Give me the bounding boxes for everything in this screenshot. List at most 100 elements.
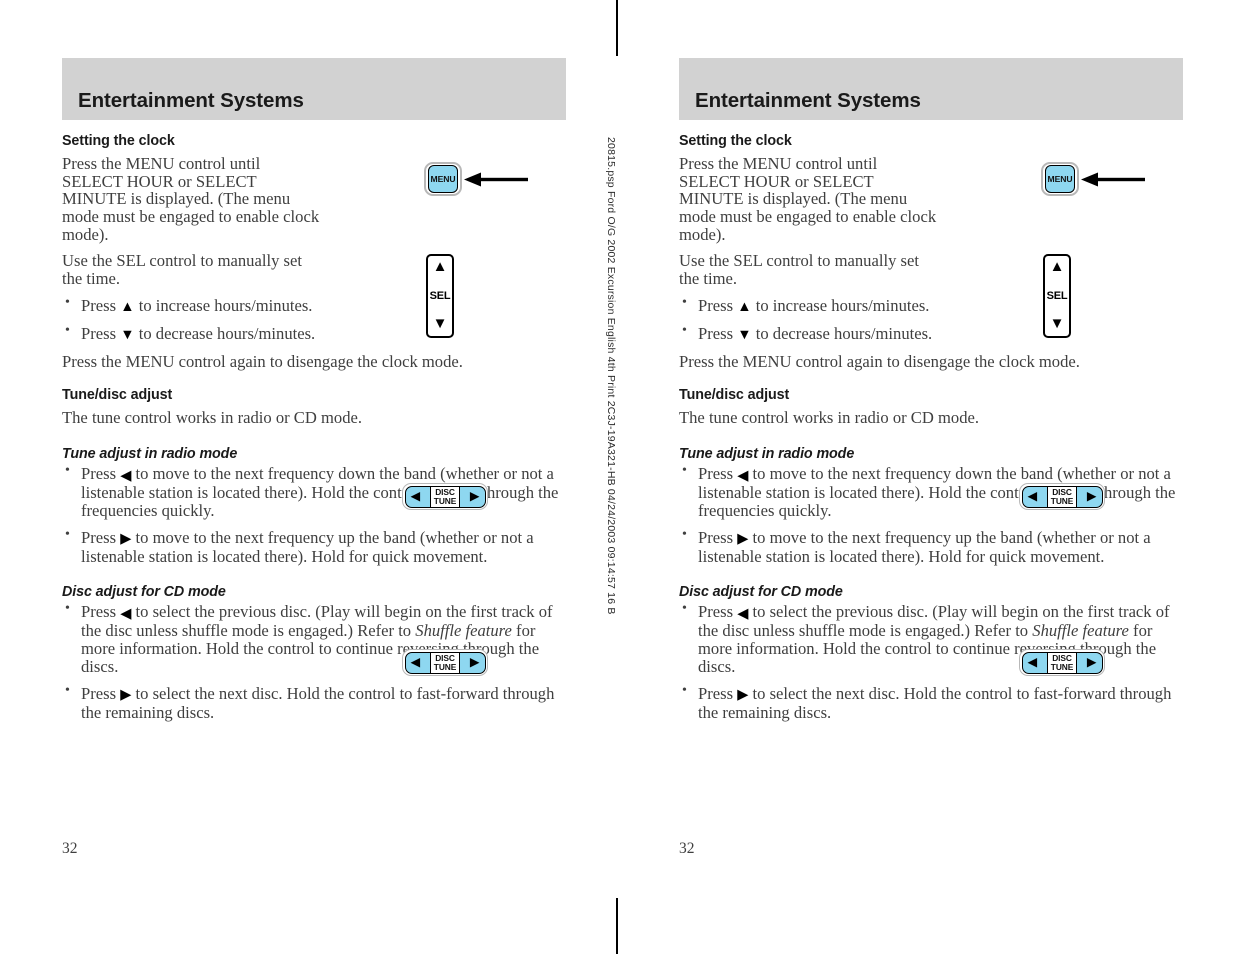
heading-tune-adjust-radio-mode: Tune adjust in radio mode [679, 446, 855, 463]
callout-arrow-icon [1081, 172, 1145, 187]
right-triangle-icon: ▶ [120, 687, 132, 704]
down-triangle-icon: ▼ [120, 327, 135, 344]
bullet-text-b: to increase hours/minutes. [755, 295, 930, 315]
right-triangle-icon: ▶ [120, 531, 132, 548]
left-triangle-icon: ◀ [120, 605, 132, 622]
sel-control-label: SEL [429, 290, 451, 302]
list-item: Press ▲ to increase hours/minutes. [679, 295, 948, 316]
sel-control-label: SEL [1046, 290, 1068, 302]
bullet-text-a: Press [698, 683, 734, 703]
list-item: Press ▼ to decrease hours/minutes. [679, 323, 948, 344]
menu-button-label: MENU [1047, 174, 1073, 184]
tune-disc-paragraph: The tune control works in radio or CD mo… [62, 408, 363, 428]
bullet-text-b: to select the next disc. Hold the contro… [81, 683, 555, 722]
list-item: Press ▶ to move to the next frequency up… [62, 527, 566, 566]
heading-disc-adjust-cd-mode: Disc adjust for CD mode [62, 584, 226, 601]
menu-button-illustration: MENU [424, 162, 462, 196]
menu-button-face: MENU [428, 165, 458, 193]
clock-paragraph-2: Use the SEL control to manually set the … [679, 251, 919, 289]
sel-control-illustration: ▲ SEL ▼ [1043, 254, 1071, 338]
bullet-text-a: Press [81, 683, 117, 703]
page-content: Setting the clock Press the MENU control… [679, 133, 1183, 730]
list-item: Press ▼ to decrease hours/minutes. [62, 323, 331, 344]
page-header-bar: Entertainment Systems [62, 58, 566, 120]
manual-page-right: Entertainment Systems Setting the clock … [617, 0, 1183, 954]
left-triangle-icon: ◀ [1027, 489, 1038, 504]
list-item: Press ◀ to select the previous disc. (Pl… [62, 602, 566, 675]
clock-paragraph-1: Press the MENU control until SELECT HOUR… [62, 154, 320, 244]
right-triangle-icon: ▶ [737, 687, 749, 704]
bullet-text-b: to move to the next frequency up the ban… [81, 527, 534, 566]
sel-control-illustration: ▲ SEL ▼ [426, 254, 454, 338]
left-triangle-icon: ◀ [410, 489, 421, 504]
bullet-text-b: to increase hours/minutes. [138, 295, 313, 315]
tune-radio-bullet-list: Press ◀ to move to the next frequency do… [679, 464, 1183, 566]
up-triangle-icon: ▲ [737, 299, 752, 316]
list-item: Press ▶ to select the next disc. Hold th… [62, 683, 566, 722]
bullet-text-b: to decrease hours/minutes. [138, 323, 316, 343]
page-number: 32 [62, 840, 78, 857]
disc-tune-label: DISC TUNE [1046, 652, 1078, 673]
clock-paragraph-3: Press the MENU control again to disengag… [62, 351, 463, 371]
left-triangle-icon: ◀ [120, 467, 132, 484]
left-triangle-icon: ◀ [1027, 655, 1038, 670]
heading-setting-the-clock: Setting the clock [679, 133, 792, 149]
left-triangle-icon: ◀ [410, 655, 421, 670]
down-triangle-icon: ▼ [1049, 316, 1065, 332]
list-item: Press ◀ to move to the next frequency do… [679, 464, 1183, 520]
shuffle-feature-reference: Shuffle feature [415, 621, 512, 641]
bullet-text-a: Press [698, 295, 734, 315]
bullet-text-a: Press [698, 323, 734, 343]
manual-page-left: Entertainment Systems Setting the clock … [0, 0, 566, 954]
right-triangle-icon: ▶ [469, 655, 480, 670]
disc-tune-face: ◀ DISC TUNE ▶ [1021, 485, 1103, 508]
page-content: Setting the clock Press the MENU control… [62, 133, 566, 730]
clock-bullet-list: Press ▲ to increase hours/minutes. Press… [679, 295, 1183, 344]
bullet-text-a: Press [81, 527, 117, 547]
page-number: 32 [679, 840, 695, 857]
right-triangle-icon: ▶ [737, 531, 749, 548]
page-header-bar: Entertainment Systems [679, 58, 1183, 120]
bullet-text-b: to move to the next frequency up the ban… [698, 527, 1151, 566]
clock-paragraph-1: Press the MENU control until SELECT HOUR… [679, 154, 937, 244]
heading-setting-the-clock: Setting the clock [62, 133, 175, 149]
disc-tune-face: ◀ DISC TUNE ▶ [404, 651, 486, 674]
disc-label-line2: TUNE [1050, 661, 1074, 672]
disc-tune-illustration-cd: ◀ DISC TUNE ▶ [402, 649, 488, 676]
up-triangle-icon: ▲ [120, 299, 135, 316]
disc-tune-illustration-radio: ◀ DISC TUNE ▶ [402, 483, 488, 510]
down-triangle-icon: ▼ [432, 316, 448, 332]
disc-cd-bullet-list: Press ◀ to select the previous disc. (Pl… [679, 602, 1183, 722]
bullet-text-a: Press [81, 295, 117, 315]
list-item: Press ▶ to select the next disc. Hold th… [679, 683, 1183, 722]
bullet-text-b: to select the next disc. Hold the contro… [698, 683, 1172, 722]
left-triangle-icon: ◀ [737, 467, 749, 484]
disc-tune-label: DISC TUNE [1046, 486, 1078, 507]
list-item: Press ▶ to move to the next frequency up… [679, 527, 1183, 566]
list-item: Press ◀ to move to the next frequency do… [62, 464, 566, 520]
disc-tune-label: DISC TUNE [429, 486, 461, 507]
bullet-text-a: Press [698, 464, 734, 484]
right-triangle-icon: ▶ [469, 489, 480, 504]
callout-arrow-icon [464, 172, 528, 187]
disc-tune-face: ◀ DISC TUNE ▶ [1021, 651, 1103, 674]
heading-tune-disc-adjust: Tune/disc adjust [62, 387, 173, 404]
right-triangle-icon: ▶ [1086, 655, 1097, 670]
left-triangle-icon: ◀ [737, 605, 749, 622]
page-title: Entertainment Systems [78, 89, 304, 112]
disc-tune-illustration-cd: ◀ DISC TUNE ▶ [1019, 649, 1105, 676]
heading-tune-adjust-radio-mode: Tune adjust in radio mode [62, 446, 238, 463]
shuffle-feature-reference: Shuffle feature [1032, 621, 1129, 641]
disc-cd-bullet-list: Press ◀ to select the previous disc. (Pl… [62, 602, 566, 722]
clock-bullet-list: Press ▲ to increase hours/minutes. Press… [62, 295, 566, 344]
right-triangle-icon: ▶ [1086, 489, 1097, 504]
disc-tune-face: ◀ DISC TUNE ▶ [404, 485, 486, 508]
bullet-text-b: to decrease hours/minutes. [755, 323, 933, 343]
bullet-text-a: Press [698, 527, 734, 547]
disc-label-line2: TUNE [1050, 495, 1074, 506]
spine-print-marker: 20815.psp Ford O/G 2002 Excursion Englis… [605, 137, 617, 615]
list-item: Press ▲ to increase hours/minutes. [62, 295, 331, 316]
up-triangle-icon: ▲ [1049, 259, 1065, 275]
heading-disc-adjust-cd-mode: Disc adjust for CD mode [679, 584, 843, 601]
clock-paragraph-2: Use the SEL control to manually set the … [62, 251, 302, 289]
